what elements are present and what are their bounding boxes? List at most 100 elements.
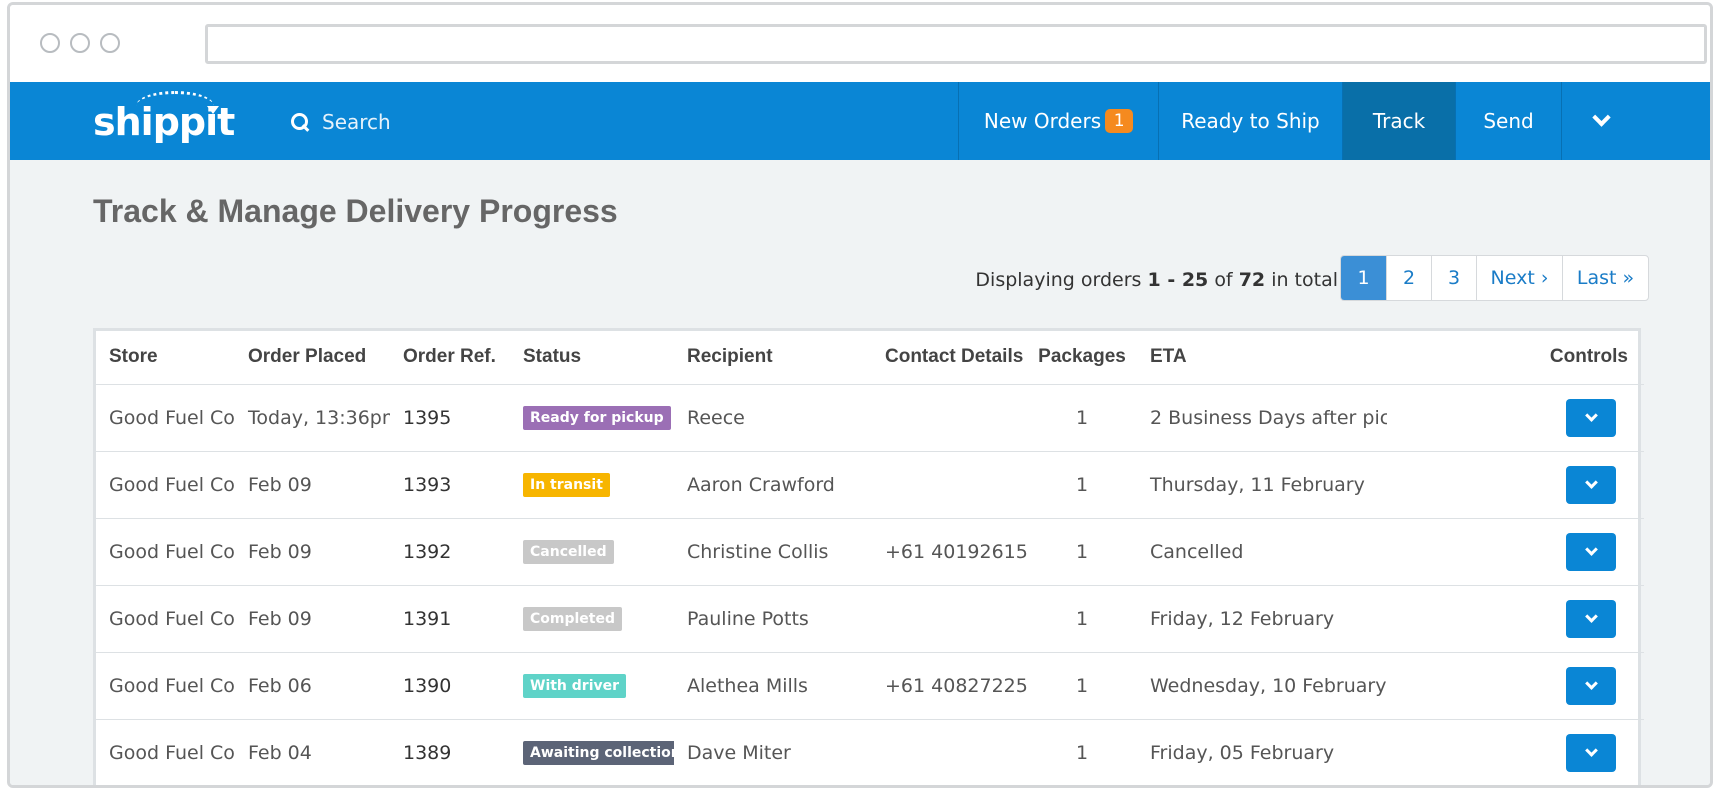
column-header-order-placed[interactable]: Order Placed [235,331,390,385]
cell-order-ref[interactable]: 1393 [390,451,510,519]
cell-order-ref[interactable]: 1391 [390,585,510,653]
page-1-button[interactable]: 1 [1341,256,1386,300]
cell-controls [1387,451,1644,519]
cell-contact-details: +61 401926159 [872,518,1027,586]
cell-recipient: Reece [674,384,872,452]
tab-track[interactable]: Track [1342,82,1455,160]
more-menu-button[interactable] [1561,82,1641,160]
cell-order-placed: Feb 09 [235,451,390,519]
address-bar[interactable] [205,24,1707,64]
chevron-down-icon [1584,609,1598,623]
main-content: Track & Manage Delivery Progress Display… [10,160,1710,785]
page-3-button[interactable]: 3 [1431,256,1476,300]
cell-packages: 1 [1027,451,1137,519]
chevron-down-icon [1584,408,1598,422]
table-row[interactable]: Good Fuel Co. Feb 09 1392 Cancelled Christin… [96,518,1644,586]
logo[interactable]: shippit [93,100,235,144]
orders-table-container: Store Order Placed Order Ref. Status Rec… [93,328,1644,785]
row-controls-dropdown-button[interactable] [1566,733,1616,772]
cell-contact-details [872,451,1027,519]
cell-controls [1387,518,1644,586]
cell-contact-details: +61 408272255 [872,652,1027,720]
column-header-eta[interactable]: ETA [1137,331,1387,385]
status-badge: Cancelled [523,540,614,564]
column-header-status[interactable]: Status [510,331,674,385]
tab-send[interactable]: Send [1455,82,1561,160]
column-header-contact-details[interactable]: Contact Details [872,331,1027,385]
tab-new-orders[interactable]: New Orders 1 [958,82,1158,160]
pagination: 1 2 3 Next › Last » [1340,255,1649,301]
column-header-recipient[interactable]: Recipient [674,331,872,385]
chevron-down-icon [1584,676,1598,690]
browser-window: shippit Search New Orders 1 Ready to Shi… [7,2,1713,788]
cell-contact-details [872,384,1027,452]
column-header-store[interactable]: Store [96,331,235,385]
page-2-button[interactable]: 2 [1386,256,1431,300]
orders-table: Store Order Placed Order Ref. Status Rec… [96,331,1644,785]
new-orders-count-badge: 1 [1105,109,1134,133]
cell-packages: 1 [1027,719,1137,785]
table-row[interactable]: Good Fuel Co. Feb 04 1389 Awaiting collecti… [96,719,1644,785]
search-label: Search [322,110,391,134]
row-controls-dropdown-button[interactable] [1566,666,1616,705]
row-controls-dropdown-button[interactable] [1566,398,1616,437]
table-header-row: Store Order Placed Order Ref. Status Rec… [96,331,1644,385]
column-header-packages[interactable]: Packages [1027,331,1137,385]
cell-store: Good Fuel Co. [96,518,235,586]
cell-eta: Friday, 05 February [1137,719,1387,785]
cell-packages: 1 [1027,585,1137,653]
last-page-button[interactable]: Last » [1562,256,1648,300]
cell-status: Cancelled [510,518,674,586]
table-row[interactable]: Good Fuel Co. Today, 13:36pm 1395 Ready for… [96,384,1644,452]
cell-store: Good Fuel Co. [96,585,235,653]
cell-controls [1387,719,1644,785]
table-row[interactable]: Good Fuel Co. Feb 06 1390 With driver Alethe… [96,652,1644,720]
tab-ready-to-ship[interactable]: Ready to Ship [1158,82,1342,160]
row-controls-dropdown-button[interactable] [1566,532,1616,571]
cell-order-placed: Today, 13:36pm [235,384,390,452]
search-icon [290,112,310,132]
cell-order-ref[interactable]: 1392 [390,518,510,586]
cell-status: Ready for pickup [510,384,674,452]
cell-contact-details [872,719,1027,785]
cell-controls [1387,652,1644,720]
next-page-button[interactable]: Next › [1476,256,1562,300]
search-button[interactable]: Search [290,108,391,136]
tab-ready-to-ship-label: Ready to Ship [1181,109,1320,133]
cell-store: Good Fuel Co. [96,451,235,519]
column-header-order-ref[interactable]: Order Ref. [390,331,510,385]
cell-recipient: Aaron Crawford [674,451,872,519]
cell-order-ref[interactable]: 1389 [390,719,510,785]
cell-order-placed: Feb 09 [235,585,390,653]
window-close-dot[interactable] [40,33,60,53]
display-prefix: Displaying orders [975,269,1142,291]
cell-eta: 2 Business Days after pickup [1137,384,1387,452]
page-title: Track & Manage Delivery Progress [93,193,618,229]
row-controls-dropdown-button[interactable] [1566,465,1616,504]
cell-recipient: Pauline Potts [674,585,872,653]
cell-eta: Thursday, 11 February [1137,451,1387,519]
window-maximize-dot[interactable] [100,33,120,53]
cell-eta: Cancelled [1137,518,1387,586]
table-row[interactable]: Good Fuel Co. Feb 09 1391 Completed Pauline … [96,585,1644,653]
cell-order-ref[interactable]: 1395 [390,384,510,452]
display-summary: Displaying orders 1 - 25 of 72 in total [850,269,1338,291]
cell-contact-details [872,585,1027,653]
cell-controls [1387,585,1644,653]
cell-status: With driver [510,652,674,720]
status-badge: Completed [523,607,623,631]
cell-order-ref[interactable]: 1390 [390,652,510,720]
cell-eta: Wednesday, 10 February [1137,652,1387,720]
display-of: of [1214,269,1233,291]
window-minimize-dot[interactable] [70,33,90,53]
status-badge: In transit [523,473,610,497]
cell-status: In transit [510,451,674,519]
row-controls-dropdown-button[interactable] [1566,599,1616,638]
cell-store: Good Fuel Co. [96,384,235,452]
cell-packages: 1 [1027,384,1137,452]
status-badge: Awaiting collection [523,741,674,765]
chevron-down-icon [1584,475,1598,489]
table-row[interactable]: Good Fuel Co. Feb 09 1393 In transit Aaron C… [96,451,1644,519]
cell-order-placed: Feb 06 [235,652,390,720]
tab-new-orders-label: New Orders [983,109,1102,133]
